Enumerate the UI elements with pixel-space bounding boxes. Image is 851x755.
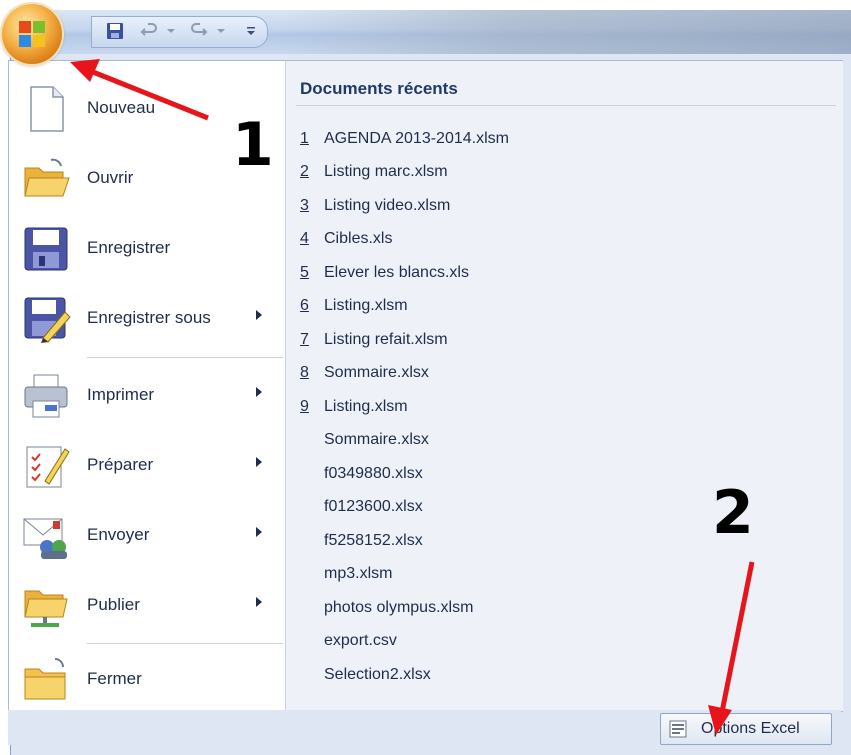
menu-separator [87, 357, 283, 358]
cmd-fermer-label: Fermer [87, 669, 142, 688]
submenu-arrow-icon [256, 457, 262, 467]
recent-document-number: 1 [300, 130, 309, 147]
recent-document-number: 2 [300, 163, 309, 180]
cmd-ouvrir-label: Ouvrir [87, 168, 134, 187]
recent-document[interactable]: export.csv [286, 626, 826, 656]
annotation-step-1: 1 [232, 110, 274, 180]
cmd-imprimer[interactable]: Imprimer [9, 363, 285, 427]
recent-document[interactable]: 8 Sommaire.xlsx [286, 358, 826, 388]
menu-separator [87, 643, 283, 644]
options-icon [669, 720, 687, 738]
annotation-step-2: 2 [712, 478, 754, 548]
recent-document[interactable]: 5 Elever les blancs.xls [286, 258, 826, 288]
recent-document-name: Listing.xlsm [324, 398, 408, 415]
cmd-fermer[interactable]: Fermer [9, 647, 285, 711]
recent-document-name: Sommaire.xlsx [324, 364, 429, 381]
submenu-arrow-icon [256, 597, 262, 607]
recent-document[interactable]: 2 Listing marc.xlsm [286, 157, 826, 187]
recent-document-name: AGENDA 2013-2014.xlsm [324, 130, 509, 147]
submenu-arrow-icon [256, 310, 262, 320]
recent-document-number: 8 [300, 364, 309, 381]
recent-document[interactable]: 3 Listing video.xlsm [286, 191, 826, 221]
recent-document[interactable]: 4 Cibles.xls [286, 224, 826, 254]
customize-icon[interactable] [242, 22, 260, 40]
recent-document-number: 3 [300, 197, 309, 214]
recent-separator [296, 105, 836, 106]
new-document-icon [30, 86, 64, 132]
undo-icon[interactable] [140, 22, 158, 40]
cmd-imprimer-label: Imprimer [87, 385, 155, 404]
recent-document[interactable]: mp3.xlsm [286, 559, 826, 589]
cmd-envoyer[interactable]: Envoyer [9, 503, 285, 567]
open-folder-icon [24, 158, 70, 197]
cmd-envoyer-label: Envoyer [87, 525, 150, 544]
prepare-icon [26, 446, 70, 488]
cmd-enregistrer-sous[interactable]: Enregistrer sous [9, 286, 285, 350]
save-icon[interactable] [106, 22, 124, 40]
recent-document[interactable]: 7 Listing refait.xlsm [286, 325, 826, 355]
recent-document-name: f5258152.xlsx [324, 532, 423, 549]
recent-document[interactable]: 6 Listing.xlsm [286, 291, 826, 321]
printer-icon [24, 374, 68, 418]
office-logo-icon [19, 21, 45, 47]
recent-documents-panel: Documents récents 1 AGENDA 2013-2014.xls… [285, 61, 843, 711]
recent-document-name: Sommaire.xlsx [324, 431, 429, 448]
recent-document-name: Listing refait.xlsm [324, 331, 448, 348]
recent-document[interactable]: 1 AGENDA 2013-2014.xlsm [286, 124, 826, 154]
recent-document-name: Listing video.xlsm [324, 197, 451, 214]
recent-document[interactable]: photos olympus.xlsm [286, 593, 826, 623]
close-folder-icon [24, 658, 66, 700]
office-button[interactable] [2, 4, 62, 64]
recent-document[interactable]: Selection2.xlsx [286, 660, 826, 690]
recent-document[interactable]: 9 Listing.xlsm [286, 392, 826, 422]
cmd-publier[interactable]: Publier [9, 573, 285, 637]
cmd-preparer-label: Préparer [87, 455, 154, 474]
recent-document-name: photos olympus.xlsm [324, 599, 474, 616]
recent-document-name: Selection2.xlsx [324, 666, 431, 683]
recent-document[interactable]: Sommaire.xlsx [286, 425, 826, 455]
recent-document-number: 4 [300, 230, 309, 247]
recent-document-name: Listing marc.xlsm [324, 163, 448, 180]
cmd-enregistrer[interactable]: Enregistrer [9, 216, 285, 280]
submenu-arrow-icon [256, 527, 262, 537]
recent-document-number: 6 [300, 297, 309, 314]
recent-document-name: Cibles.xls [324, 230, 393, 247]
submenu-arrow-icon [256, 387, 262, 397]
undo-dropdown-icon[interactable] [162, 22, 180, 40]
recent-document-number: 9 [300, 398, 309, 415]
cmd-publier-label: Publier [87, 595, 140, 614]
recent-document-number: 5 [300, 264, 309, 281]
redo-dropdown-icon[interactable] [212, 22, 230, 40]
title-bar [11, 10, 851, 54]
cmd-preparer[interactable]: Préparer [9, 433, 285, 497]
cmd-nouveau-label: Nouveau [87, 98, 156, 117]
recent-document-number: 7 [300, 331, 309, 348]
recent-document-name: f0123600.xlsx [324, 498, 423, 515]
send-icon [23, 518, 67, 559]
recent-document-name: f0349880.xlsx [324, 465, 423, 482]
recent-document-name: Listing.xlsm [324, 297, 408, 314]
cmd-enregistrer-sous-label: Enregistrer sous [87, 308, 211, 327]
recent-document-name: Elever les blancs.xls [324, 264, 469, 281]
save-icon [24, 227, 68, 271]
publish-icon [24, 590, 68, 627]
quick-access-toolbar [91, 16, 268, 48]
excel-options-label: Options Excel [701, 720, 800, 737]
recent-document-name: mp3.xlsm [324, 565, 393, 582]
recent-documents-title: Documents récents [300, 79, 458, 98]
title-bar-background [281, 10, 851, 54]
excel-options-button[interactable]: Options Excel [660, 713, 832, 745]
office-menu: Nouveau Ouvrir Enregistrer Enregistrer s… [8, 60, 843, 712]
redo-icon[interactable] [190, 22, 208, 40]
save-as-icon [24, 297, 71, 343]
cmd-enregistrer-label: Enregistrer [87, 238, 171, 257]
recent-document-name: export.csv [324, 632, 397, 649]
